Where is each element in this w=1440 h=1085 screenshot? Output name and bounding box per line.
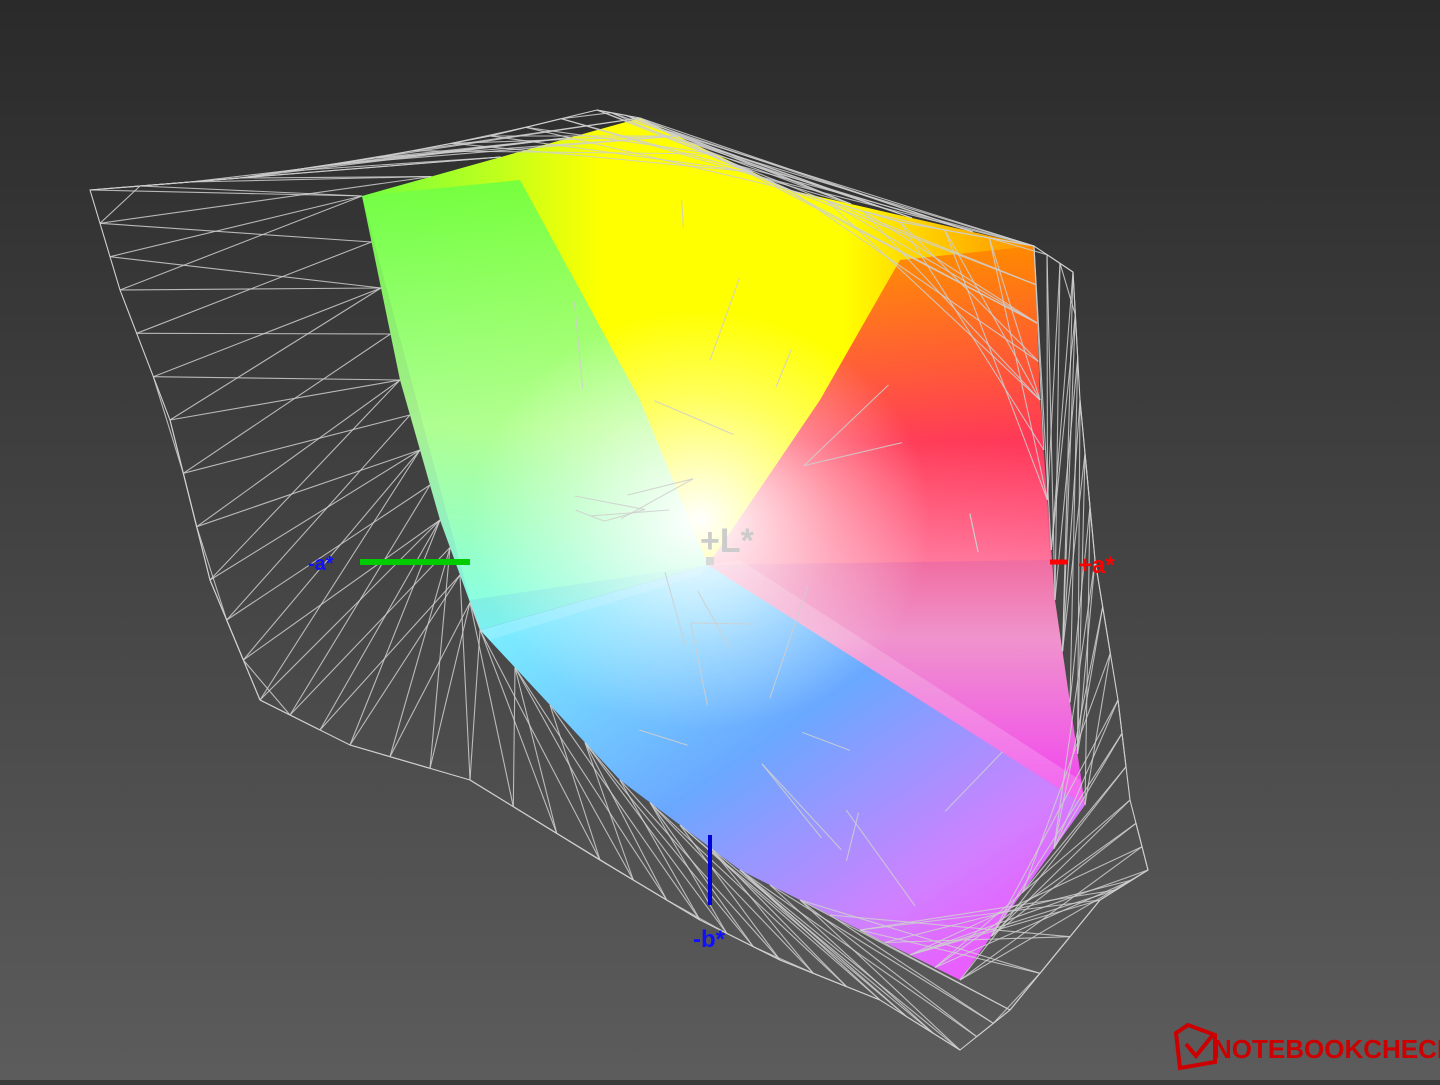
axis-label-negative-b: -b* [693,926,726,953]
gamut-chart: +L* +a* -a* -b* NOTEBOOKCHECK [0,0,1440,1080]
axis-label-positive-a: +a* [1078,552,1115,579]
axis-label-lightness: +L* [700,522,755,560]
gamut-chart-container: +L* +a* -a* -b* NOTEBOOKCHECK [0,0,1440,1080]
axis-label-negative-a: -a* [308,553,334,575]
wireframe-edge [136,332,391,335]
logo-text: NOTEBOOKCHECK [1213,1034,1440,1064]
